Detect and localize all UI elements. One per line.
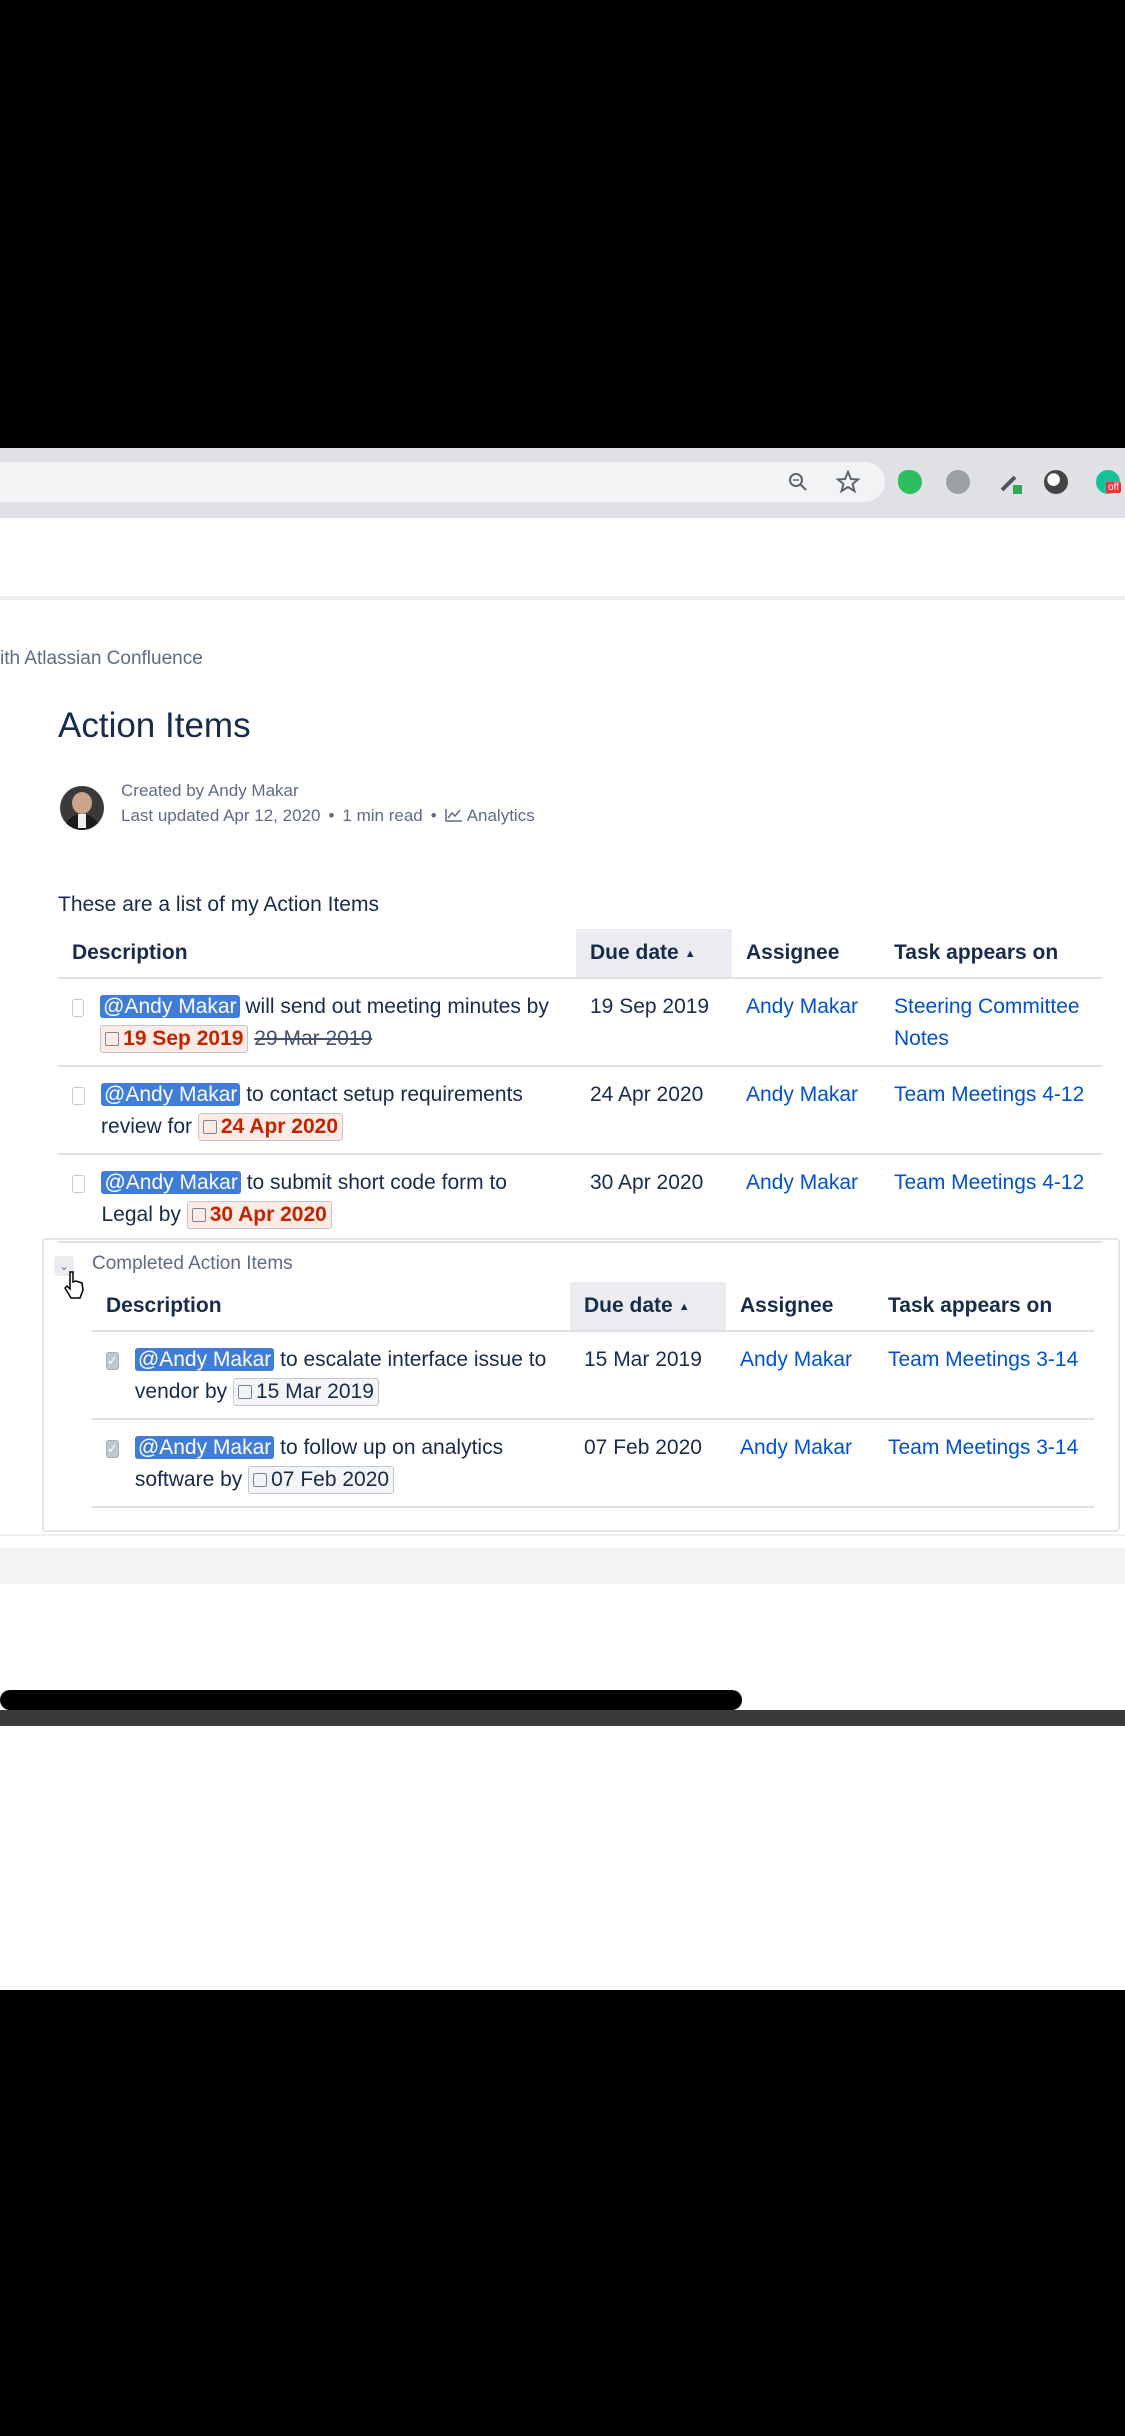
- task-checkbox[interactable]: [72, 1087, 86, 1105]
- user-mention[interactable]: @Andy Makar: [101, 1083, 241, 1106]
- page-link[interactable]: Team Meetings 3-14: [888, 1436, 1078, 1459]
- struck-date: 29 Mar 2019: [254, 1027, 373, 1050]
- read-time: 1 min read: [342, 806, 423, 825]
- assignee-link[interactable]: Andy Makar: [740, 1436, 852, 1459]
- app-screen: off ith Atlassian Confluence Action Item…: [0, 448, 1125, 1990]
- hand-cursor-icon: [64, 1271, 84, 1299]
- col-due-date[interactable]: Due date ▲: [576, 929, 732, 979]
- confluence-header: [0, 526, 1125, 600]
- grammarly-badge: off: [1106, 482, 1121, 493]
- browser-toolbar: off: [0, 448, 1125, 518]
- dock-strip: [0, 1710, 1125, 1726]
- assignee-link[interactable]: Andy Makar: [746, 995, 858, 1018]
- byline-meta: Last updated Apr 12, 2020 • 1 min read • Ana…: [121, 806, 535, 825]
- page-link[interactable]: Team Meetings 4-12: [894, 1083, 1084, 1106]
- col-due-date[interactable]: Due date ▲: [570, 1282, 726, 1332]
- star-icon[interactable]: [830, 464, 866, 500]
- col-description[interactable]: Description: [92, 1282, 570, 1332]
- extension-icon[interactable]: [940, 464, 976, 500]
- assignee-link[interactable]: Andy Makar: [746, 1083, 858, 1106]
- calendar-icon: [105, 1032, 120, 1046]
- col-assignee[interactable]: Assignee: [732, 929, 880, 979]
- due-date-cell: 24 Apr 2020: [576, 1066, 732, 1155]
- due-date-lozenge[interactable]: 30 Apr 2020: [186, 1201, 332, 1229]
- user-mention[interactable]: @Andy Makar: [134, 1348, 275, 1371]
- task-checkbox[interactable]: [72, 999, 85, 1017]
- table-row: @Andy Makar to contact setup requirement…: [58, 1066, 1102, 1155]
- evernote-icon[interactable]: [892, 464, 928, 500]
- table-row: ✓ @Andy Makar to escalate interface issue…: [92, 1331, 1094, 1420]
- assignee-link[interactable]: Andy Makar: [746, 1171, 858, 1194]
- calendar-icon: [253, 1473, 268, 1487]
- page-footer: [0, 1548, 1125, 1584]
- col-description[interactable]: Description: [58, 929, 576, 979]
- content-divider: [0, 1534, 1125, 1536]
- last-updated[interactable]: Last updated Apr 12, 2020: [121, 806, 320, 825]
- extension-icon[interactable]: [1038, 464, 1074, 500]
- page-link[interactable]: Steering Committee Notes: [894, 995, 1080, 1050]
- assignee-link[interactable]: Andy Makar: [740, 1348, 852, 1371]
- table-row: ✓ @Andy Makar to follow up on analytics s…: [92, 1419, 1094, 1508]
- calendar-icon: [202, 1120, 217, 1134]
- col-appears-on[interactable]: Task appears on: [874, 1282, 1094, 1332]
- calendar-icon: [237, 1385, 252, 1399]
- eyedropper-icon[interactable]: [992, 464, 1028, 500]
- tasks-table: Description Due date ▲ Assignee Task appe…: [58, 929, 1102, 1243]
- horizontal-scrollbar[interactable]: [0, 1690, 742, 1710]
- table-row: @Andy Makar will send out meeting minute…: [58, 978, 1102, 1067]
- calendar-icon: [191, 1208, 206, 1222]
- task-checkbox-checked[interactable]: ✓: [106, 1440, 119, 1458]
- due-date-cell: 30 Apr 2020: [576, 1154, 732, 1243]
- due-date-cell: 15 Mar 2019: [570, 1331, 726, 1420]
- table-row: @Andy Makar to submit short code form to…: [58, 1154, 1102, 1243]
- avatar[interactable]: [60, 786, 104, 830]
- zoom-icon[interactable]: [780, 464, 816, 500]
- due-date-lozenge[interactable]: 07 Feb 2020: [248, 1466, 395, 1494]
- analytics-link[interactable]: Analytics: [444, 806, 535, 825]
- completed-expand-title[interactable]: Completed Action Items: [92, 1253, 293, 1275]
- col-assignee[interactable]: Assignee: [726, 1282, 874, 1332]
- due-date-cell: 19 Sep 2019: [576, 978, 732, 1067]
- task-checkbox[interactable]: [72, 1175, 86, 1193]
- task-checkbox-checked[interactable]: ✓: [106, 1352, 119, 1370]
- address-bar[interactable]: [0, 462, 885, 502]
- grammarly-icon[interactable]: off: [1090, 464, 1125, 500]
- user-mention[interactable]: @Andy Makar: [134, 1436, 275, 1459]
- page-link[interactable]: Team Meetings 3-14: [888, 1348, 1078, 1371]
- page-link[interactable]: Team Meetings 4-12: [894, 1171, 1084, 1194]
- user-mention[interactable]: @Andy Makar: [101, 1171, 241, 1194]
- col-appears-on[interactable]: Task appears on: [880, 929, 1102, 979]
- page-title: Action Items: [58, 706, 251, 745]
- completed-table: Description Due date ▲ Assignee Task appe…: [92, 1282, 1094, 1508]
- user-mention[interactable]: @Andy Makar: [100, 995, 240, 1018]
- due-date-lozenge[interactable]: 19 Sep 2019: [100, 1025, 249, 1053]
- due-date-lozenge[interactable]: 15 Mar 2019: [232, 1378, 379, 1406]
- due-date-lozenge[interactable]: 24 Apr 2020: [197, 1113, 344, 1141]
- analytics-icon: [444, 809, 462, 822]
- due-date-cell: 07 Feb 2020: [570, 1419, 726, 1508]
- created-by: Created by Andy Makar: [121, 781, 299, 800]
- intro-text: These are a list of my Action Items: [58, 893, 379, 916]
- breadcrumb[interactable]: ith Atlassian Confluence: [0, 648, 203, 670]
